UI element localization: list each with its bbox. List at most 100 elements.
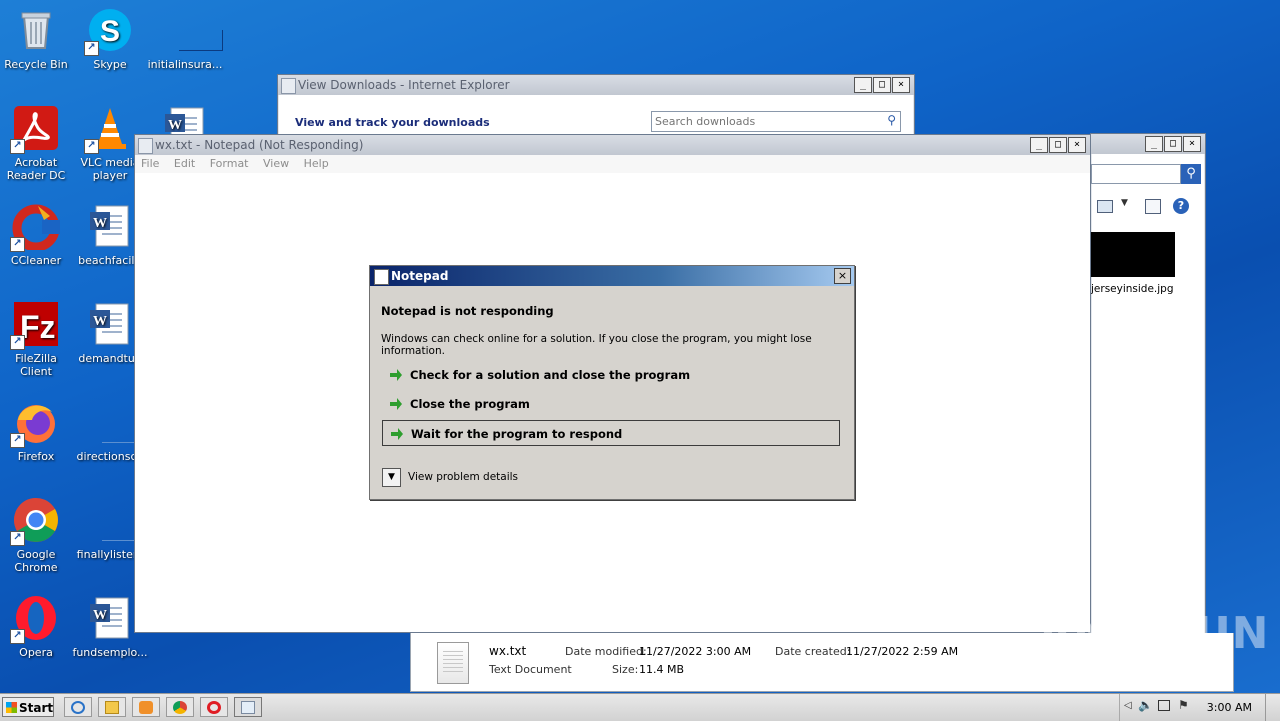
- dialog-title-bar[interactable]: Notepad ×: [370, 266, 854, 286]
- ie-downloads-heading: View and track your downloads: [295, 116, 490, 129]
- chevron-down-icon[interactable]: ▼: [382, 468, 401, 487]
- menu-format[interactable]: Format: [210, 157, 249, 170]
- not-responding-dialog[interactable]: Notepad × Notepad is not responding Wind…: [369, 265, 855, 500]
- option-label: Close the program: [410, 397, 530, 411]
- minimize-button[interactable]: _: [854, 77, 872, 93]
- desktop-icon-label: FileZilla Client: [15, 352, 57, 378]
- svg-text:Fz: Fz: [20, 309, 56, 345]
- explorer-search-input[interactable]: [1091, 164, 1181, 184]
- minimize-button[interactable]: _: [1030, 137, 1048, 153]
- size-label: Size:: [612, 663, 639, 676]
- menu-view[interactable]: View: [263, 157, 289, 170]
- chevron-down-icon[interactable]: ▼: [1121, 198, 1128, 208]
- show-desktop-button[interactable]: [1265, 694, 1280, 721]
- image-thumbnail[interactable]: [1091, 232, 1175, 277]
- desktop-icon-label: Google Chrome: [14, 548, 58, 574]
- check-solution-option[interactable]: Check for a solution and close the progr…: [382, 362, 840, 388]
- desktop-icon-recycle-bin[interactable]: Recycle Bin: [0, 6, 74, 71]
- date-modified-label: Date modified:: [565, 645, 647, 658]
- svg-text:S: S: [100, 15, 120, 48]
- file-label[interactable]: jerseyinside.jpg: [1091, 283, 1174, 295]
- desktop-icon-opera[interactable]: ↗ Opera: [0, 594, 74, 659]
- views-icon[interactable]: [1097, 200, 1113, 213]
- action-center-flag-icon[interactable]: ⚑: [1178, 698, 1189, 712]
- dialog-title: Notepad: [391, 269, 449, 283]
- green-arrow-icon: [391, 428, 403, 440]
- search-icon[interactable]: ⚲: [887, 113, 896, 127]
- desktop-icon-label: Skype: [93, 58, 127, 71]
- svg-text:W: W: [93, 216, 107, 231]
- search-downloads-input[interactable]: [652, 112, 877, 131]
- desktop-icon-initialinsura[interactable]: initialinsura...: [147, 6, 223, 71]
- desktop-icon-label: Recycle Bin: [4, 58, 68, 71]
- taskbar-media-player[interactable]: [132, 697, 160, 717]
- word-doc-icon: W: [86, 202, 134, 250]
- desktop-icon-label: Opera: [19, 646, 53, 659]
- help-icon[interactable]: ?: [1173, 198, 1189, 214]
- notepad-app-icon: [374, 269, 389, 285]
- taskbar-opera[interactable]: [200, 697, 228, 717]
- desktop-icon-firefox[interactable]: ↗ Firefox: [0, 398, 74, 463]
- menu-help[interactable]: Help: [304, 157, 329, 170]
- maximize-button[interactable]: □: [1049, 137, 1067, 153]
- text-file-icon: [437, 642, 469, 684]
- taskbar-explorer[interactable]: [98, 697, 126, 717]
- clock[interactable]: 3:00 AM: [1207, 701, 1252, 714]
- close-button[interactable]: ×: [1068, 137, 1086, 153]
- date-created-value: 11/27/2022 2:59 AM: [846, 645, 959, 658]
- file-type: Text Document: [489, 663, 572, 676]
- desktop-icon-acrobat[interactable]: ↗ Acrobat Reader DC: [0, 104, 74, 182]
- firefox-icon: ↗: [10, 398, 60, 448]
- search-icon[interactable]: ⚲: [1181, 164, 1201, 184]
- desktop-icon-label: Firefox: [17, 450, 55, 463]
- ie-icon: [71, 701, 85, 714]
- network-icon[interactable]: [1158, 700, 1170, 711]
- taskbar-ie[interactable]: [64, 697, 92, 717]
- word-doc-icon: W: [86, 594, 134, 642]
- word-doc-icon: W: [86, 300, 134, 348]
- option-label: Wait for the program to respond: [411, 427, 623, 441]
- close-program-option[interactable]: Close the program: [382, 391, 840, 417]
- close-button[interactable]: ×: [1183, 136, 1201, 152]
- explorer-window[interactable]: _ □ × ⚲ ▼ ? jerseyinside.jpg: [1090, 133, 1206, 635]
- windows-logo-icon: [6, 702, 17, 713]
- menu-file[interactable]: File: [141, 157, 159, 170]
- maximize-button[interactable]: □: [873, 77, 891, 93]
- media-player-icon: [139, 701, 153, 714]
- taskbar-notepad[interactable]: [234, 697, 262, 717]
- search-downloads-box[interactable]: ⚲: [651, 111, 901, 132]
- recycle-bin-icon: [12, 6, 60, 54]
- filezilla-icon: Fz ↗: [10, 300, 60, 350]
- chrome-icon: [173, 701, 187, 714]
- maximize-button[interactable]: □: [1164, 136, 1182, 152]
- menu-edit[interactable]: Edit: [174, 157, 195, 170]
- ie-title-bar[interactable]: View Downloads - Internet Explorer _ □ ×: [278, 75, 914, 95]
- notepad-app-icon: [138, 138, 153, 154]
- desktop-icon-ccleaner[interactable]: ↗ CCleaner: [0, 202, 74, 267]
- size-value: 11.4 MB: [639, 663, 685, 676]
- view-problem-details-toggle[interactable]: ▼ View problem details: [382, 468, 518, 487]
- notepad-window-title: wx.txt - Notepad (Not Responding): [155, 138, 364, 152]
- taskbar-chrome[interactable]: [166, 697, 194, 717]
- svg-text:W: W: [93, 608, 107, 623]
- close-button[interactable]: ×: [892, 77, 910, 93]
- desktop-icon-skype[interactable]: S ↗ Skype: [72, 6, 148, 71]
- date-created-label: Date created:: [775, 645, 851, 658]
- svg-text:W: W: [93, 314, 107, 329]
- svg-text:W: W: [168, 118, 182, 133]
- wait-for-program-option[interactable]: Wait for the program to respond: [382, 420, 840, 446]
- show-hidden-icons-icon[interactable]: ◁: [1124, 700, 1132, 711]
- preview-pane-icon[interactable]: [1145, 199, 1161, 214]
- desktop-icon-filezilla[interactable]: Fz ↗ FileZilla Client: [0, 300, 74, 378]
- desktop-icon-label: initialinsura...: [147, 58, 223, 71]
- desktop-icon-chrome[interactable]: ↗ Google Chrome: [0, 496, 74, 574]
- ie-window-title: View Downloads - Internet Explorer: [298, 78, 510, 92]
- notepad-title-bar[interactable]: wx.txt - Notepad (Not Responding) _ □ ×: [135, 135, 1090, 155]
- start-button[interactable]: Start: [2, 697, 54, 717]
- opera-icon: [207, 701, 221, 714]
- ie-app-icon: [281, 78, 296, 94]
- explorer-title-bar[interactable]: _ □ ×: [1091, 134, 1205, 154]
- minimize-button[interactable]: _: [1145, 136, 1163, 152]
- dialog-close-button[interactable]: ×: [834, 268, 851, 284]
- volume-icon[interactable]: 🔈: [1138, 698, 1153, 712]
